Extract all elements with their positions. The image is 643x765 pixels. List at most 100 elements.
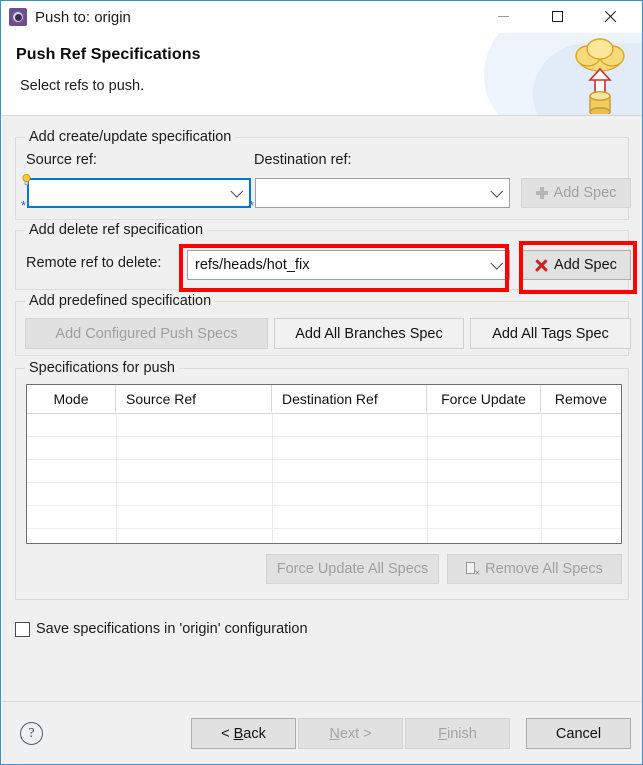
add-configured-push-specs-label: Add Configured Push Specs	[55, 325, 238, 342]
column-header-source-ref[interactable]: Source Ref	[116, 385, 272, 412]
destination-ref-label: Destination ref:	[254, 152, 352, 168]
chevron-down-icon[interactable]	[485, 179, 509, 207]
table-column-divider	[272, 483, 273, 505]
table-column-divider	[272, 529, 273, 543]
table-column-divider	[427, 483, 428, 505]
table-row[interactable]	[27, 414, 621, 437]
destination-ref-required-marker: *	[249, 198, 255, 213]
table-column-divider	[116, 483, 117, 505]
add-configured-push-specs-button[interactable]: Add Configured Push Specs	[25, 318, 268, 349]
column-header-destination-ref[interactable]: Destination Ref	[272, 385, 427, 412]
column-header-force-update[interactable]: Force Update	[427, 385, 541, 412]
add-spec-delete-label: Add Spec	[554, 257, 617, 273]
wizard-header: Push Ref Specifications Select refs to p…	[2, 33, 642, 116]
red-x-icon	[535, 259, 548, 272]
maximize-button[interactable]	[534, 1, 580, 32]
table-column-divider	[541, 529, 542, 543]
table-column-divider	[427, 506, 428, 528]
title-bar: Push to: origin	[1, 1, 642, 33]
column-header-remove[interactable]: Remove	[541, 385, 621, 412]
table-column-divider	[541, 483, 542, 505]
help-question-icon[interactable]: ?	[20, 722, 43, 745]
plus-icon	[535, 187, 548, 199]
add-all-tags-spec-button[interactable]: Add All Tags Spec	[470, 318, 631, 349]
table-column-divider	[541, 437, 542, 459]
close-button[interactable]	[586, 1, 632, 32]
add-all-branches-spec-label: Add All Branches Spec	[295, 325, 443, 342]
table-header-row: Mode Source Ref Destination Ref Force Up…	[27, 385, 621, 414]
finish-button-label: Finish	[438, 725, 477, 742]
table-body[interactable]	[27, 414, 621, 543]
add-spec-delete-button[interactable]: Add Spec	[521, 250, 631, 280]
table-column-divider	[272, 437, 273, 459]
table-column-divider	[541, 506, 542, 528]
dialog-body: Add create/update specification Source r…	[2, 116, 642, 701]
save-specifications-label: Save specifications in 'origin' configur…	[36, 621, 308, 637]
chevron-down-icon[interactable]	[485, 251, 509, 279]
destination-ref-combo[interactable]	[255, 178, 510, 208]
remote-ref-to-delete-combo[interactable]: refs/heads/hot_fix	[187, 250, 510, 280]
table-column-divider	[541, 460, 542, 482]
add-all-tags-spec-label: Add All Tags Spec	[492, 325, 609, 342]
group-label-delete-ref: Add delete ref specification	[25, 222, 208, 238]
source-ref-required-marker: *	[21, 198, 27, 213]
close-icon	[603, 10, 616, 23]
table-column-divider	[116, 437, 117, 459]
page-subtitle: Select refs to push.	[20, 78, 145, 94]
push-gear-icon	[9, 8, 27, 26]
window-title: Push to: origin	[35, 8, 131, 26]
table-column-divider	[427, 437, 428, 459]
finish-button[interactable]: Finish	[405, 718, 510, 749]
minimize-button[interactable]	[480, 1, 526, 32]
table-column-divider	[272, 506, 273, 528]
table-column-divider	[272, 414, 273, 436]
group-specifications-for-push: Specifications for push Mode Source Ref …	[15, 360, 629, 600]
maximize-icon	[551, 11, 563, 22]
next-button[interactable]: Next >	[298, 718, 403, 749]
group-add-predefined: Add predefined specification Add Configu…	[15, 293, 631, 356]
document-delete-icon	[466, 562, 480, 579]
column-header-mode[interactable]: Mode	[27, 385, 116, 412]
force-update-all-specs-label: Force Update All Specs	[276, 561, 429, 577]
force-update-all-specs-button[interactable]: Force Update All Specs	[266, 554, 439, 584]
source-ref-combo[interactable]	[27, 178, 251, 208]
back-button[interactable]: < Back	[191, 718, 296, 749]
table-column-divider	[272, 460, 273, 482]
table-column-divider	[427, 460, 428, 482]
group-label-specs-for-push: Specifications for push	[25, 360, 179, 376]
add-spec-create-update-label: Add Spec	[553, 185, 617, 201]
table-row[interactable]	[27, 506, 621, 529]
minimize-icon	[497, 16, 509, 17]
table-column-divider	[427, 414, 428, 436]
push-dialog-window: Push to: origin Push Ref Specifications …	[0, 0, 643, 765]
source-ref-label: Source ref:	[26, 152, 97, 168]
add-spec-create-update-button[interactable]: Add Spec	[521, 178, 631, 208]
page-title: Push Ref Specifications	[16, 46, 201, 63]
table-row[interactable]	[27, 460, 621, 483]
cancel-button-label: Cancel	[555, 725, 602, 742]
remove-all-specs-button[interactable]: Remove All Specs	[447, 554, 622, 584]
group-label-predefined: Add predefined specification	[25, 293, 216, 309]
table-column-divider	[116, 506, 117, 528]
group-add-delete-ref: Add delete ref specification Remote ref …	[15, 222, 631, 290]
table-row[interactable]	[27, 529, 621, 543]
dialog-footer: ? < Back Next > Finish Cancel	[2, 701, 642, 764]
chevron-down-icon[interactable]	[225, 180, 249, 206]
save-specifications-row[interactable]: Save specifications in 'origin' configur…	[15, 621, 308, 637]
cancel-button[interactable]: Cancel	[526, 718, 631, 749]
group-label-create-update: Add create/update specification	[25, 129, 236, 145]
lightbulb-icon	[22, 174, 31, 185]
remote-ref-label: Remote ref to delete:	[26, 255, 162, 271]
group-add-create-update: Add create/update specification Source r…	[15, 129, 631, 220]
back-button-label: < Back	[221, 725, 266, 742]
specifications-table[interactable]: Mode Source Ref Destination Ref Force Up…	[26, 384, 622, 544]
table-row[interactable]	[27, 483, 621, 506]
next-button-label: Next >	[329, 725, 372, 742]
table-column-divider	[427, 529, 428, 543]
table-column-divider	[116, 529, 117, 543]
remove-all-specs-label: Remove All Specs	[485, 561, 603, 577]
table-column-divider	[116, 460, 117, 482]
add-all-branches-spec-button[interactable]: Add All Branches Spec	[274, 318, 464, 349]
table-row[interactable]	[27, 437, 621, 460]
save-specifications-checkbox[interactable]	[15, 621, 30, 637]
